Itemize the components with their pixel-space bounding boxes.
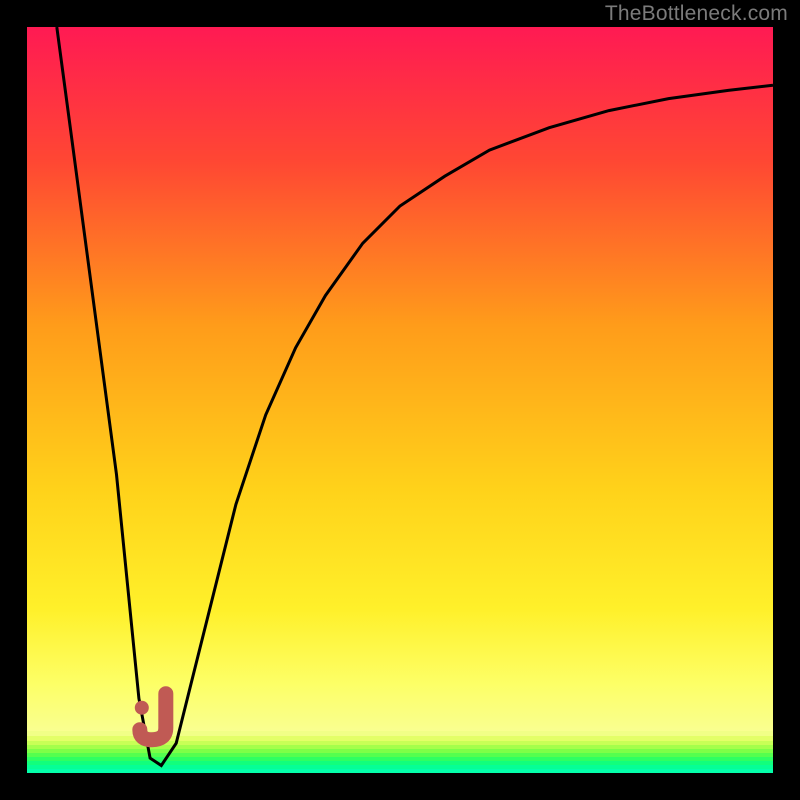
curve-layer <box>27 27 773 773</box>
plot-area <box>27 27 773 773</box>
chart-root: TheBottleneck.com <box>0 0 800 800</box>
bottleneck-curve <box>57 27 773 766</box>
watermark-text: TheBottleneck.com <box>605 2 788 26</box>
optimal-marker-dot <box>135 701 149 715</box>
